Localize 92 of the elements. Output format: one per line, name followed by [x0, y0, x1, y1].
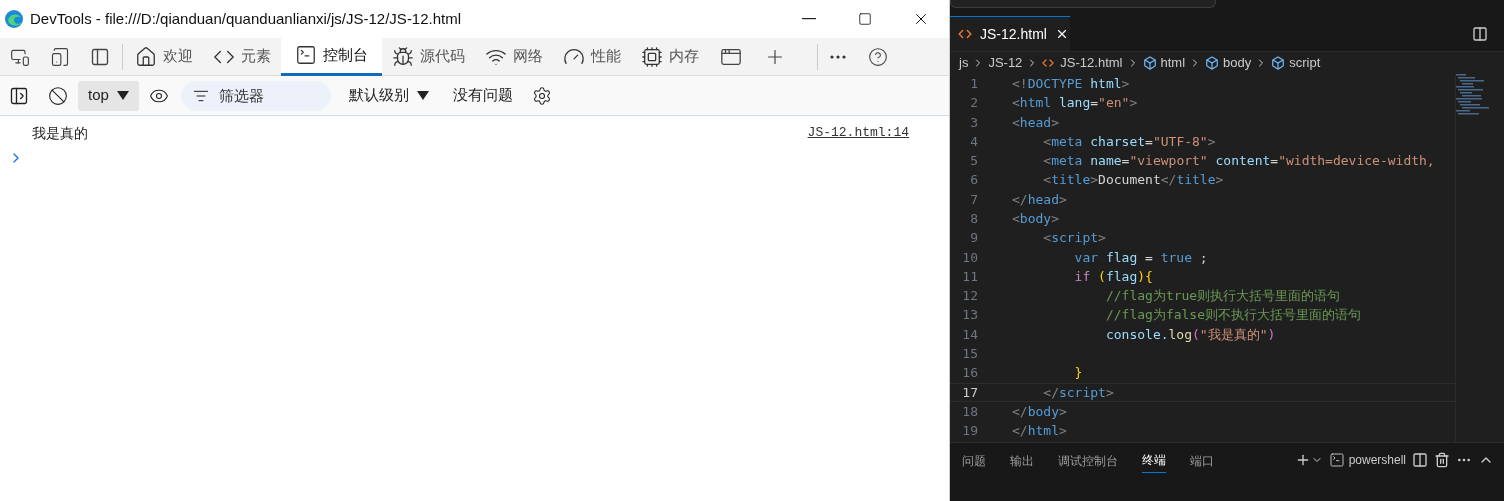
maximize-icon	[858, 12, 872, 26]
line-number: 9	[969, 229, 978, 248]
settings-icon	[531, 85, 552, 106]
devices-icon	[50, 46, 70, 67]
caret-icon	[116, 91, 129, 100]
more-icon	[830, 54, 846, 59]
breadcrumb-item[interactable]: body	[1223, 53, 1252, 73]
code-line: if (flag){	[1073, 267, 1153, 286]
chip-icon	[641, 45, 663, 68]
code-line: }	[1073, 364, 1083, 383]
line-number: 7	[969, 190, 978, 209]
line-number: 19	[961, 422, 978, 441]
filter-field[interactable]: 筛选器	[180, 80, 331, 111]
code-line: <!DOCTYPE html>	[1012, 74, 1130, 93]
terminal-selector[interactable]: powershell	[1328, 451, 1406, 469]
line-number: 17	[961, 383, 978, 402]
breadcrumb-item[interactable]: js	[959, 53, 969, 73]
code-line: //flag为true则执行大括号里面的语句	[1104, 287, 1341, 306]
source-link[interactable]: JS-12.html:14	[807, 123, 909, 143]
line-number: 11	[961, 267, 978, 286]
split-icon	[1472, 25, 1488, 42]
code-line: <meta name="viewport" content="width=device-width,	[1042, 152, 1435, 171]
line-number: 2	[969, 94, 978, 113]
panel-tab[interactable]: 调试控制台	[1058, 451, 1118, 473]
line-number: 4	[969, 132, 978, 151]
code-line: </head>	[1012, 190, 1067, 209]
devtools-tab[interactable]: 元素	[203, 37, 281, 76]
line-number: 15	[961, 345, 978, 364]
code-line: //flag为false则不执行大括号里面的语句	[1104, 306, 1361, 325]
line-number: 6	[969, 171, 978, 190]
line-number: 3	[969, 113, 978, 132]
caret-icon	[416, 91, 429, 100]
browser-logo-icon	[4, 9, 24, 29]
help-icon	[868, 46, 888, 67]
devtools-tab[interactable]: 欢迎	[125, 37, 203, 76]
breadcrumb-item[interactable]: JS-12.html	[1060, 53, 1123, 73]
breadcrumb-item[interactable]: JS-12	[988, 53, 1023, 73]
code-line: <meta charset="UTF-8">	[1042, 132, 1216, 151]
line-number: 1	[969, 74, 978, 93]
bug-icon	[392, 45, 414, 68]
panel-tab[interactable]: 端口	[1190, 451, 1214, 473]
file-icon	[958, 27, 972, 41]
line-number: 5	[969, 152, 978, 171]
line-number: 16	[961, 364, 978, 383]
line-number: 13	[961, 306, 978, 325]
clear-icon	[48, 85, 68, 106]
terminal-icon	[295, 44, 317, 66]
panel-tab[interactable]: 终端	[1142, 451, 1166, 473]
sidebar-icon	[9, 85, 29, 106]
code-line: var flag = true ;	[1073, 248, 1208, 267]
cube-icon	[1142, 56, 1157, 70]
window-title: DevTools - file:///D:/qianduan/quanduanlianxi/js/JS-12/JS-12.html	[30, 8, 462, 29]
panel-icon	[90, 46, 110, 67]
terminal-icon	[1328, 452, 1345, 468]
split-icon	[1412, 452, 1428, 468]
line-number: 10	[961, 248, 978, 267]
line-number: 14	[961, 325, 978, 344]
minimap-drawing	[1454, 74, 1492, 116]
trash-icon	[1434, 452, 1450, 468]
panel-tab[interactable]: 问题	[962, 451, 986, 473]
code-line: <head>	[1012, 113, 1059, 132]
delete-terminal-button[interactable]	[1434, 452, 1450, 468]
cube-icon	[1205, 56, 1220, 70]
code-line: </script>	[1042, 383, 1114, 402]
line-number: 12	[961, 287, 978, 306]
line-number: 18	[961, 402, 978, 421]
devtools-tab[interactable]: 源代码	[382, 37, 475, 76]
minimize-icon	[802, 18, 816, 20]
console-message: 我是真的	[32, 123, 88, 143]
code-line: </body>	[1012, 402, 1067, 421]
editor-tab[interactable]: JS-12.html	[950, 16, 1070, 51]
file-icon	[1042, 57, 1055, 69]
devtools-tab[interactable]: 内存	[631, 37, 709, 76]
breadcrumb-item[interactable]: script	[1289, 53, 1321, 73]
panel-tab[interactable]: 输出	[1010, 451, 1034, 473]
breadcrumb-item[interactable]: html	[1160, 53, 1186, 73]
context-dropdown[interactable]: top	[78, 80, 139, 111]
devtools-tab[interactable]: 控制台	[281, 37, 382, 76]
code-line: <body>	[1012, 210, 1059, 228]
devtools-tab[interactable]: 网络	[475, 37, 553, 76]
split-terminal-button[interactable]	[1412, 452, 1428, 468]
devtools-tab[interactable]: 性能	[553, 37, 631, 76]
code-line: <title>Document</title>	[1042, 171, 1224, 190]
code-line: <script>	[1042, 229, 1106, 248]
code-line: </html>	[1012, 422, 1067, 441]
line-number: 8	[969, 210, 978, 228]
issues-button[interactable]: 没有问题	[450, 80, 515, 111]
log-level-dropdown[interactable]: 默认级别	[346, 80, 431, 111]
cube-icon	[1271, 56, 1286, 70]
code-line: <html lang="en">	[1012, 94, 1138, 113]
home-icon	[135, 45, 157, 68]
code-line: console.log("我是真的")	[1104, 325, 1276, 344]
